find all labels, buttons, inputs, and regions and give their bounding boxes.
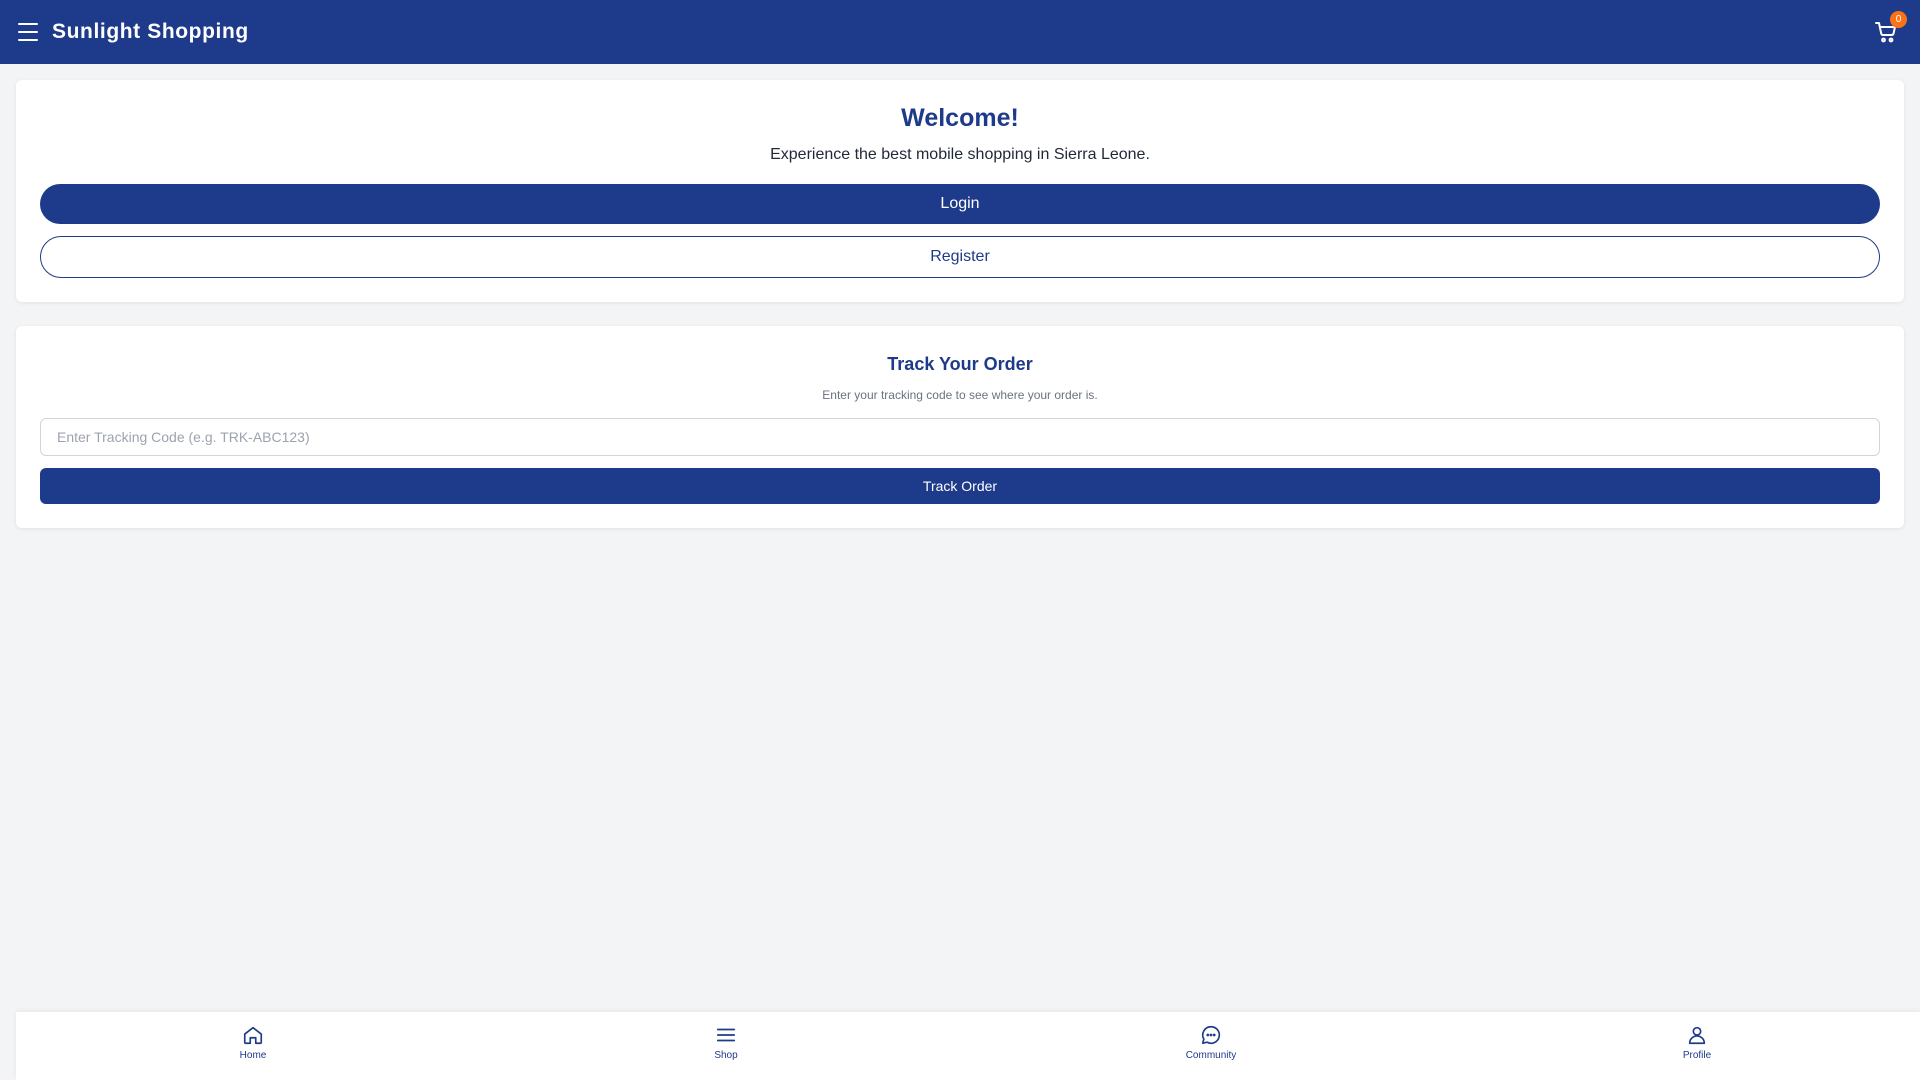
nav-label-community: Community xyxy=(1185,1050,1237,1061)
chat-icon xyxy=(1201,1025,1221,1045)
top-app-bar: Sunlight Shopping 0 xyxy=(0,0,1920,64)
track-order-subtitle: Enter your tracking code to see where yo… xyxy=(822,388,1098,402)
nav-label-home: Home xyxy=(239,1050,267,1061)
cart-button[interactable]: 0 xyxy=(1874,11,1907,44)
track-order-title: Track Your Order xyxy=(887,354,1033,374)
user-icon xyxy=(1688,1026,1706,1045)
nav-label-shop: Shop xyxy=(714,1050,738,1061)
app-title: Sunlight Shopping xyxy=(52,20,249,43)
login-button[interactable]: Login xyxy=(40,184,1880,224)
nav-item-home[interactable]: Home xyxy=(193,1024,313,1061)
list-icon xyxy=(716,1028,736,1042)
welcome-card: Welcome! Experience the best mobile shop… xyxy=(16,80,1904,302)
nav-item-profile[interactable]: Profile xyxy=(1637,1024,1757,1061)
home-icon xyxy=(243,1026,263,1045)
tracking-code-input[interactable] xyxy=(40,418,1880,456)
welcome-subtitle: Experience the best mobile shopping in S… xyxy=(770,146,1150,163)
nav-label-profile: Profile xyxy=(1682,1050,1712,1061)
track-order-card: Track Your Order Enter your tracking cod… xyxy=(16,326,1904,528)
register-button[interactable]: Register xyxy=(40,236,1880,278)
nav-item-community[interactable]: Community xyxy=(1151,1024,1271,1061)
track-order-button[interactable]: Track Order xyxy=(40,468,1880,504)
nav-item-shop[interactable]: Shop xyxy=(666,1024,786,1061)
hamburger-icon[interactable] xyxy=(18,23,38,41)
welcome-title: Welcome! xyxy=(901,104,1019,132)
bottom-nav: Home Shop Community Profile xyxy=(16,1012,1920,1080)
cart-count-badge: 0 xyxy=(1890,11,1907,28)
